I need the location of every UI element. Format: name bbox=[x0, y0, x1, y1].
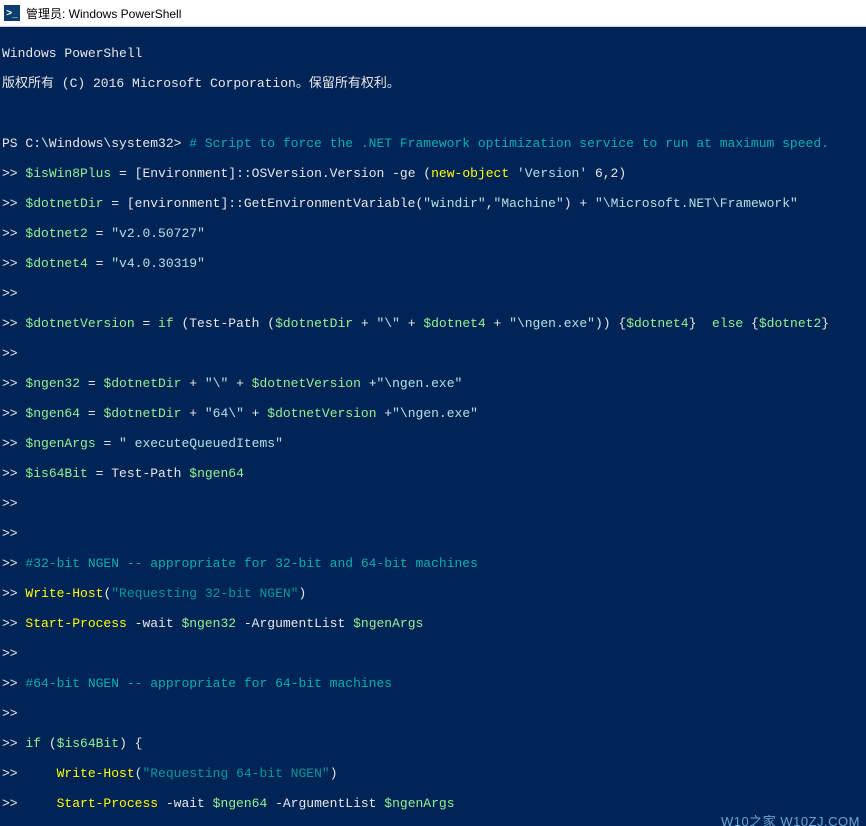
powershell-icon: >_ bbox=[4, 5, 20, 21]
terminal-line: >> bbox=[2, 646, 864, 661]
terminal-area[interactable]: Windows PowerShell 版权所有 (C) 2016 Microso… bbox=[0, 27, 866, 826]
terminal-line: >> $dotnet2 = "v2.0.50727" bbox=[2, 226, 864, 241]
terminal-line: >> bbox=[2, 526, 864, 541]
window-title: 管理员: Windows PowerShell bbox=[26, 5, 181, 22]
terminal-line: >> if ($is64Bit) { bbox=[2, 736, 864, 751]
terminal-line: >> $ngen32 = $dotnetDir + "\" + $dotnetV… bbox=[2, 376, 864, 391]
terminal-line: >> $dotnet4 = "v4.0.30319" bbox=[2, 256, 864, 271]
terminal-line: >> bbox=[2, 706, 864, 721]
terminal-line: >> Write-Host("Requesting 64-bit NGEN") bbox=[2, 766, 864, 781]
terminal-line: >> #32-bit NGEN -- appropriate for 32-bi… bbox=[2, 556, 864, 571]
window-titlebar[interactable]: >_ 管理员: Windows PowerShell bbox=[0, 0, 866, 27]
terminal-line: >> $dotnetDir = [environment]::GetEnviro… bbox=[2, 196, 864, 211]
terminal-line: >> Write-Host("Requesting 32-bit NGEN") bbox=[2, 586, 864, 601]
terminal-line: >> $dotnetVersion = if (Test-Path ($dotn… bbox=[2, 316, 864, 331]
terminal-line: >> $is64Bit = Test-Path $ngen64 bbox=[2, 466, 864, 481]
terminal-line: >> bbox=[2, 286, 864, 301]
terminal-line: Windows PowerShell bbox=[2, 46, 864, 61]
terminal-line: >> bbox=[2, 346, 864, 361]
watermark: W10之家 W10ZJ.COM bbox=[721, 814, 860, 826]
terminal-line bbox=[2, 106, 864, 121]
terminal-line: PS C:\Windows\system32> # Script to forc… bbox=[2, 136, 864, 151]
terminal-line: >> Start-Process -wait $ngen64 -Argument… bbox=[2, 796, 864, 811]
terminal-line: >> #64-bit NGEN -- appropriate for 64-bi… bbox=[2, 676, 864, 691]
terminal-line: >> $isWin8Plus = [Environment]::OSVersio… bbox=[2, 166, 864, 181]
terminal-line: >> $ngenArgs = " executeQueuedItems" bbox=[2, 436, 864, 451]
terminal-line: >> Start-Process -wait $ngen32 -Argument… bbox=[2, 616, 864, 631]
terminal-line: >> bbox=[2, 496, 864, 511]
terminal-line: >> $ngen64 = $dotnetDir + "64\" + $dotne… bbox=[2, 406, 864, 421]
terminal-line: 版权所有 (C) 2016 Microsoft Corporation。保留所有… bbox=[2, 76, 864, 91]
